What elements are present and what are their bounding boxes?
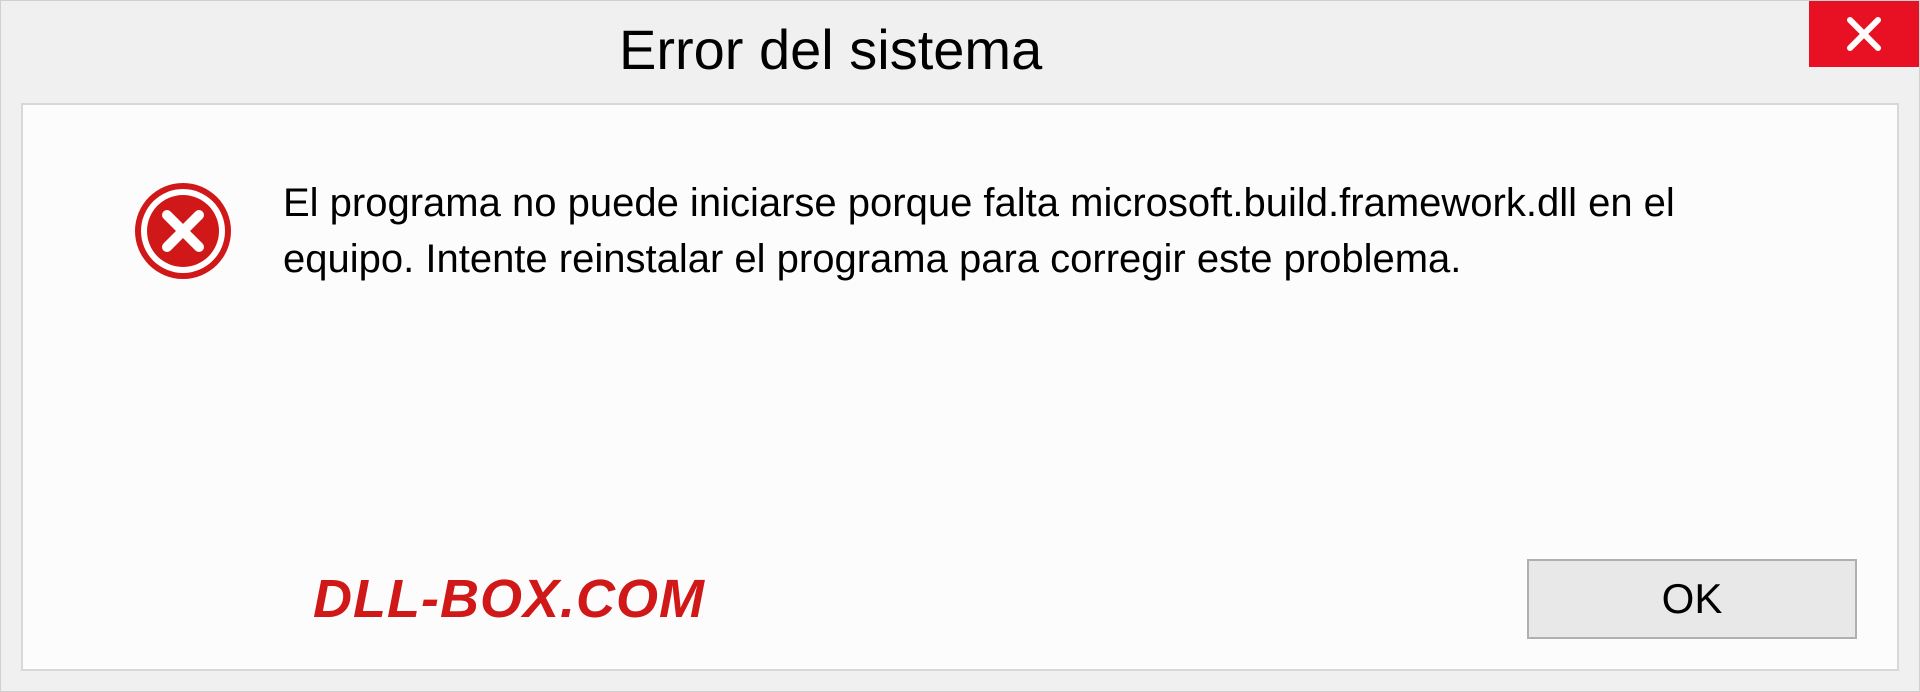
close-icon — [1844, 14, 1884, 54]
error-message: El programa no puede iniciarse porque fa… — [283, 175, 1797, 287]
ok-button[interactable]: OK — [1527, 559, 1857, 639]
watermark-text: DLL-BOX.COM — [313, 568, 705, 630]
ok-button-label: OK — [1662, 575, 1723, 623]
title-bar: Error del sistema — [1, 1, 1919, 103]
close-button[interactable] — [1809, 1, 1919, 67]
error-icon — [133, 181, 233, 281]
error-dialog: Error del sistema El programa no puede i… — [0, 0, 1920, 692]
content-panel: El programa no puede iniciarse porque fa… — [21, 103, 1899, 671]
footer-row: DLL-BOX.COM OK — [23, 539, 1897, 669]
dialog-title: Error del sistema — [1, 1, 1809, 82]
message-row: El programa no puede iniciarse porque fa… — [23, 105, 1897, 327]
